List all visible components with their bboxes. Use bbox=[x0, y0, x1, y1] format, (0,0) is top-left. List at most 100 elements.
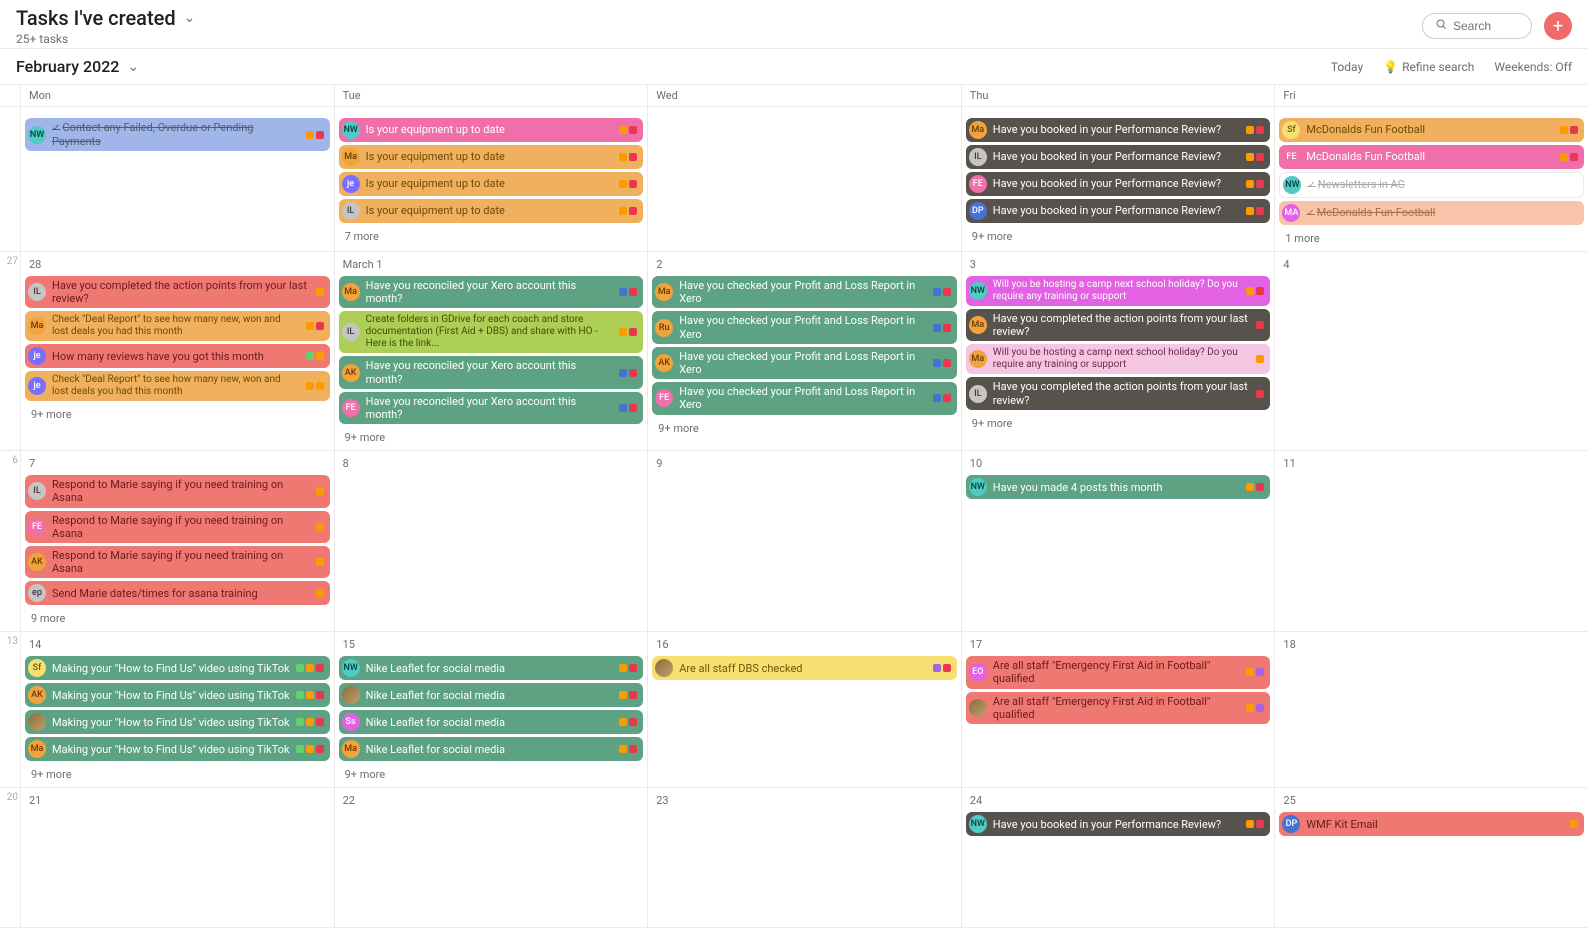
task-pill[interactable]: MaWill you be hosting a camp next school… bbox=[966, 344, 1271, 374]
chevron-down-icon[interactable]: ⌄ bbox=[184, 10, 196, 26]
day-cell[interactable]: 2MaHave you checked your Profit and Loss… bbox=[647, 252, 961, 450]
task-pill[interactable]: MA✓McDonalds Fun Football bbox=[1279, 201, 1584, 225]
task-pill[interactable]: NWHave you booked in your Performance Re… bbox=[966, 812, 1271, 836]
task-pill[interactable]: RuHave you checked your Profit and Loss … bbox=[652, 311, 957, 343]
task-pill[interactable]: jeHow many reviews have you got this mon… bbox=[25, 344, 330, 368]
task-pill[interactable]: AKRespond to Marie saying if you need tr… bbox=[25, 546, 330, 578]
day-cell[interactable]: 11 bbox=[1274, 451, 1588, 631]
more-tasks-link[interactable]: 9+ more bbox=[25, 404, 330, 425]
task-pill[interactable]: ILCreate folders in GDrive for each coac… bbox=[339, 311, 644, 353]
day-cell[interactable]: 14SfMaking your "How to Find Us" video u… bbox=[20, 632, 334, 787]
task-pill[interactable]: MaCheck "Deal Report" to see how many ne… bbox=[25, 311, 330, 341]
task-pill[interactable]: EOAre all staff "Emergency First Aid in … bbox=[966, 656, 1271, 688]
task-pill[interactable]: MaHave you booked in your Performance Re… bbox=[966, 118, 1271, 142]
task-pill[interactable]: ILHave you completed the action points f… bbox=[966, 377, 1271, 409]
task-pill[interactable]: FEHave you checked your Profit and Loss … bbox=[652, 382, 957, 414]
task-pill[interactable]: FEHave you booked in your Performance Re… bbox=[966, 172, 1271, 196]
day-cell[interactable]: 7ILRespond to Marie saying if you need t… bbox=[20, 451, 334, 631]
task-pill[interactable]: NW✓Newsletters in AC bbox=[1279, 172, 1584, 198]
task-pill[interactable]: ILHave you booked in your Performance Re… bbox=[966, 145, 1271, 169]
task-title: Send Marie dates/times for asana trainin… bbox=[52, 587, 310, 600]
weekends-toggle[interactable]: Weekends: Off bbox=[1494, 60, 1572, 74]
task-pill[interactable]: NW✓Contact any Failed, Overdue or Pendin… bbox=[25, 118, 330, 151]
today-button[interactable]: Today bbox=[1331, 60, 1363, 74]
day-cell[interactable]: 10NWHave you made 4 posts this month bbox=[961, 451, 1275, 631]
day-cell[interactable]: MaHave you booked in your Performance Re… bbox=[961, 107, 1275, 251]
day-cell[interactable] bbox=[647, 107, 961, 251]
task-pill[interactable]: SfMaking your "How to Find Us" video usi… bbox=[25, 656, 330, 680]
task-pill[interactable]: Are all staff DBS checked bbox=[652, 656, 957, 680]
more-tasks-link[interactable]: 9+ more bbox=[966, 413, 1271, 434]
task-pill[interactable]: SfMcDonalds Fun Football bbox=[1279, 118, 1584, 142]
task-pill[interactable]: MaHave you completed the action points f… bbox=[966, 309, 1271, 341]
title-wrap: Tasks I've created ⌄ 25+ tasks bbox=[16, 6, 195, 46]
day-cell[interactable]: 4 bbox=[1274, 252, 1588, 450]
task-tags bbox=[1256, 355, 1264, 363]
day-cell[interactable]: 17EOAre all staff "Emergency First Aid i… bbox=[961, 632, 1275, 787]
task-pill[interactable]: jeIs your equipment up to date bbox=[339, 172, 644, 196]
task-pill[interactable]: Are all staff "Emergency First Aid in Fo… bbox=[966, 692, 1271, 724]
add-button[interactable]: + bbox=[1544, 12, 1572, 40]
assignee-avatar: IL bbox=[342, 323, 360, 341]
task-title: Have you reconciled your Xero account th… bbox=[366, 395, 614, 421]
month-selector[interactable]: February 2022 ⌄ bbox=[16, 57, 139, 76]
task-pill[interactable]: AKHave you reconciled your Xero account … bbox=[339, 356, 644, 388]
search-box[interactable] bbox=[1422, 13, 1532, 39]
task-pill[interactable]: AKMaking your "How to Find Us" video usi… bbox=[25, 683, 330, 707]
more-tasks-link[interactable]: 9+ more bbox=[339, 427, 644, 448]
more-tasks-link[interactable]: 9 more bbox=[25, 608, 330, 629]
more-tasks-link[interactable]: 7 more bbox=[339, 226, 644, 247]
day-cell[interactable]: 22 bbox=[334, 788, 648, 927]
task-pill[interactable]: NWHave you made 4 posts this month bbox=[966, 475, 1271, 499]
more-tasks-link[interactable]: 9+ more bbox=[652, 418, 957, 439]
task-pill[interactable]: Nike Leaflet for social media bbox=[339, 683, 644, 707]
day-cell[interactable]: 23 bbox=[647, 788, 961, 927]
task-pill[interactable]: NWWill you be hosting a camp next school… bbox=[966, 276, 1271, 306]
day-cell[interactable]: 16Are all staff DBS checked bbox=[647, 632, 961, 787]
task-pill[interactable]: MaIs your equipment up to date bbox=[339, 145, 644, 169]
day-cell[interactable]: NWIs your equipment up to date MaIs your … bbox=[334, 107, 648, 251]
day-cell[interactable]: 9 bbox=[647, 451, 961, 631]
more-tasks-link[interactable]: 1 more bbox=[1279, 228, 1584, 249]
day-cell[interactable]: SfMcDonalds Fun Football FEMcDonalds Fun … bbox=[1274, 107, 1588, 251]
tag-swatch bbox=[1246, 126, 1254, 134]
task-pill[interactable]: AKHave you checked your Profit and Loss … bbox=[652, 347, 957, 379]
day-cell[interactable]: 28ILHave you completed the action points… bbox=[20, 252, 334, 450]
task-pill[interactable]: epSend Marie dates/times for asana train… bbox=[25, 581, 330, 605]
task-pill[interactable]: MaHave you reconciled your Xero account … bbox=[339, 276, 644, 308]
task-pill[interactable]: NWNike Leaflet for social media bbox=[339, 656, 644, 680]
task-pill[interactable]: FEHave you reconciled your Xero account … bbox=[339, 392, 644, 424]
task-pill[interactable]: FEMcDonalds Fun Football bbox=[1279, 145, 1584, 169]
title-row[interactable]: Tasks I've created ⌄ bbox=[16, 6, 195, 30]
more-tasks-link[interactable]: 9+ more bbox=[339, 764, 644, 785]
task-pill[interactable]: DPHave you booked in your Performance Re… bbox=[966, 199, 1271, 223]
day-cell[interactable]: 15NWNike Leaflet for social mediaNike Le… bbox=[334, 632, 648, 787]
task-pill[interactable]: ILRespond to Marie saying if you need tr… bbox=[25, 475, 330, 507]
day-cell[interactable]: 21 bbox=[20, 788, 334, 927]
task-pill[interactable]: ILIs your equipment up to date bbox=[339, 199, 644, 223]
day-cell[interactable]: 3NWWill you be hosting a camp next schoo… bbox=[961, 252, 1275, 450]
task-pill[interactable]: MaHave you checked your Profit and Loss … bbox=[652, 276, 957, 308]
task-pill[interactable]: jeCheck "Deal Report" to see how many ne… bbox=[25, 371, 330, 401]
day-cell[interactable]: March 1MaHave you reconciled your Xero a… bbox=[334, 252, 648, 450]
assignee-avatar: FE bbox=[655, 389, 673, 407]
task-pill[interactable]: FERespond to Marie saying if you need tr… bbox=[25, 511, 330, 543]
day-cell[interactable]: NW✓Contact any Failed, Overdue or Pendin… bbox=[20, 107, 334, 251]
more-tasks-link[interactable]: 9+ more bbox=[25, 764, 330, 785]
more-tasks-link[interactable]: 9+ more bbox=[966, 226, 1271, 247]
day-cell[interactable]: 8 bbox=[334, 451, 648, 631]
day-cell[interactable]: 25DPWMF Kit Email bbox=[1274, 788, 1588, 927]
day-cell[interactable]: 18 bbox=[1274, 632, 1588, 787]
task-pill[interactable]: Making your "How to Find Us" video using… bbox=[25, 710, 330, 734]
task-pill[interactable]: MaNike Leaflet for social media bbox=[339, 737, 644, 761]
task-tags bbox=[1246, 483, 1264, 491]
search-input[interactable] bbox=[1453, 19, 1523, 33]
task-pill[interactable]: DPWMF Kit Email bbox=[1279, 812, 1584, 836]
task-pill[interactable]: MaMaking your "How to Find Us" video usi… bbox=[25, 737, 330, 761]
task-pill[interactable]: SsNike Leaflet for social media bbox=[339, 710, 644, 734]
task-pill[interactable]: ILHave you completed the action points f… bbox=[25, 276, 330, 308]
refine-search-button[interactable]: 💡 Refine search bbox=[1383, 60, 1474, 74]
day-cell[interactable]: 24NWHave you booked in your Performance … bbox=[961, 788, 1275, 927]
task-pill[interactable]: NWIs your equipment up to date bbox=[339, 118, 644, 142]
tag-swatch bbox=[1256, 483, 1264, 491]
